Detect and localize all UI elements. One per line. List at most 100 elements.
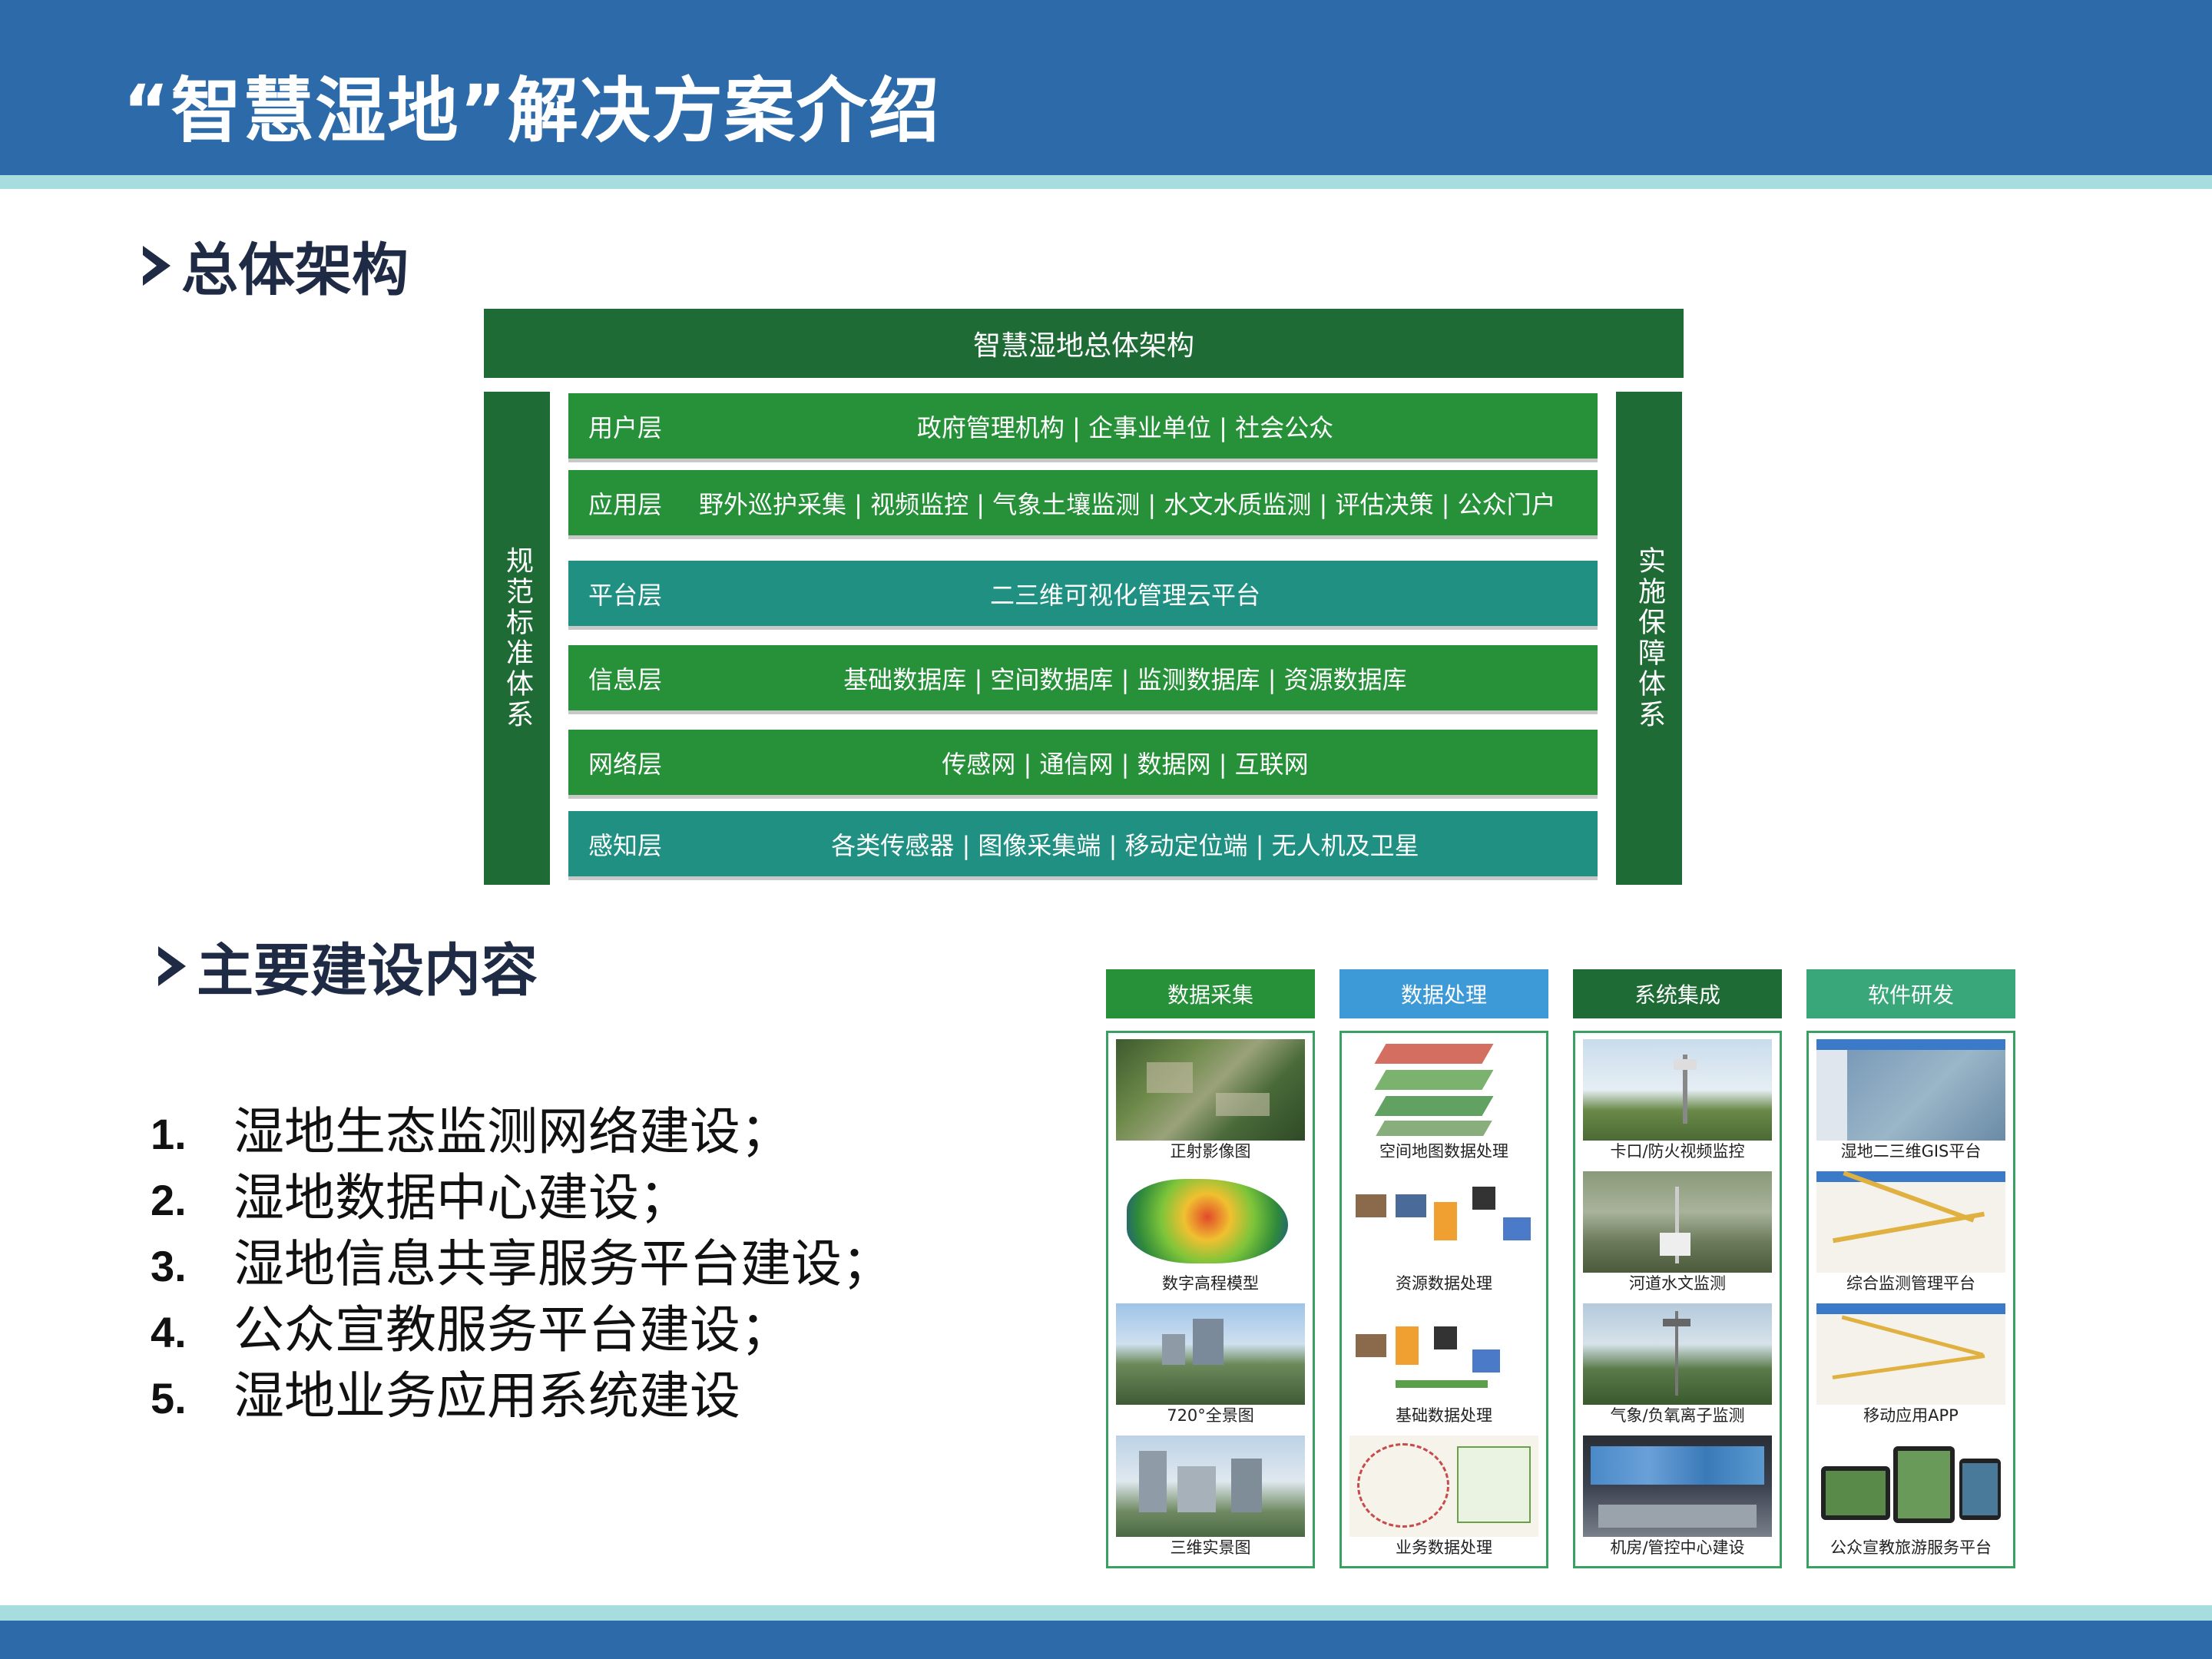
arrow-bullet-icon: [143, 245, 171, 286]
list-text: 公众宣教服务平台建设；: [233, 1300, 791, 1359]
image-cell: 气象/负氧离子监测: [1583, 1303, 1772, 1426]
layer-name: 信息层: [588, 664, 663, 694]
layer-name: 网络层: [588, 749, 663, 779]
image-cell: 基础数据处理: [1349, 1303, 1538, 1426]
layer-name: 应用层: [588, 489, 663, 519]
layer-perception: 感知层 各类传感器 | 图像采集端 | 移动定位端 | 无人机及卫星: [568, 811, 1598, 880]
control-center-image: [1583, 1435, 1772, 1537]
layer-user: 用户层 政府管理机构 | 企事业单位 | 社会公众: [568, 393, 1598, 462]
image-caption: 业务数据处理: [1396, 1538, 1492, 1557]
capability-image-grid: 数据采集 正射影像图 数字高程模型 720°全景图 三维实景图 数据处理 空间地…: [1106, 969, 2015, 1576]
image-caption: 三维实景图: [1170, 1538, 1251, 1557]
section-construction-label: 主要建设内容: [197, 938, 538, 1004]
image-cell: 720°全景图: [1116, 1303, 1305, 1426]
column-software-development: 湿地二三维GIS平台 综合监测管理平台 移动应用APP 公众宣教旅游服务平台: [1806, 1031, 2015, 1568]
image-cell: 数字高程模型: [1116, 1171, 1305, 1294]
layer-application: 应用层 野外巡护采集 | 视频监控 | 气象土壤监测 | 水文水质监测 | 评估…: [568, 470, 1598, 539]
image-cell: 业务数据处理: [1349, 1435, 1538, 1558]
list-number: 3.: [151, 1242, 187, 1290]
footer-bar: [0, 1621, 2212, 1659]
section-architecture-heading: 总体架构: [143, 224, 409, 306]
column-header-system-integration: 系统集成: [1573, 969, 1782, 1018]
layer-content: 二三维可视化管理云平台: [989, 580, 1260, 610]
list-text: 湿地数据中心建设；: [233, 1168, 690, 1227]
standards-system-column: 规范标准体系: [484, 392, 550, 885]
monitoring-platform-screenshot: [1816, 1171, 2005, 1273]
footer-stripe: [0, 1605, 2212, 1621]
image-cell: 机房/管控中心建设: [1583, 1435, 1772, 1558]
image-caption: 资源数据处理: [1396, 1274, 1492, 1293]
hydrology-station-image: [1583, 1171, 1772, 1273]
panorama-image: [1116, 1303, 1305, 1405]
column-header-data-processing: 数据处理: [1339, 969, 1548, 1018]
layer-content: 基础数据库 | 空间数据库 | 监测数据库 | 资源数据库: [843, 664, 1407, 694]
layer-content: 各类传感器 | 图像采集端 | 移动定位端 | 无人机及卫星: [831, 830, 1419, 860]
layer-content: 传感网 | 通信网 | 数据网 | 互联网: [942, 749, 1309, 779]
gis-platform-screenshot: [1816, 1039, 2005, 1141]
architecture-title: 智慧湿地总体架构: [484, 309, 1684, 378]
layer-platform: 平台层 二三维可视化管理云平台: [568, 561, 1598, 630]
image-cell: 空间地图数据处理: [1349, 1039, 1538, 1162]
implementation-guarantee-column: 实施保障体系: [1616, 392, 1682, 885]
image-cell: 正射影像图: [1116, 1039, 1305, 1162]
list-text: 湿地生态监测网络建设；: [233, 1102, 791, 1161]
column-data-processing: 空间地图数据处理 资源数据处理 基础数据处理 业务数据处理: [1339, 1031, 1548, 1568]
arrow-bullet-icon: [158, 945, 186, 986]
image-caption: 综合监测管理平台: [1846, 1274, 1975, 1293]
column-data-collection: 正射影像图 数字高程模型 720°全景图 三维实景图: [1106, 1031, 1315, 1568]
map-layers-image: [1349, 1039, 1538, 1141]
mobile-app-screenshot: [1816, 1303, 2005, 1405]
image-caption: 河道水文监测: [1629, 1274, 1726, 1293]
image-caption: 机房/管控中心建设: [1610, 1538, 1745, 1557]
list-text: 湿地信息共享服务平台建设；: [233, 1234, 892, 1293]
image-cell: 河道水文监测: [1583, 1171, 1772, 1294]
image-cell: 综合监测管理平台: [1816, 1171, 2005, 1294]
column-header-software-development: 软件研发: [1806, 969, 2015, 1018]
image-caption: 公众宣教旅游服务平台: [1830, 1538, 1992, 1557]
layer-name: 感知层: [588, 830, 663, 860]
image-cell: 卡口/防火视频监控: [1583, 1039, 1772, 1162]
image-caption: 卡口/防火视频监控: [1610, 1142, 1745, 1161]
layer-content: 野外巡护采集 | 视频监控 | 气象土壤监测 | 水文水质监测 | 评估决策 |…: [699, 489, 1556, 519]
image-cell: 湿地二三维GIS平台: [1816, 1039, 2005, 1162]
construction-list: 1. 湿地生态监测网络建设； 2. 湿地数据中心建设； 3. 湿地信息共享服务平…: [151, 1091, 892, 1426]
image-cell: 移动应用APP: [1816, 1303, 2005, 1426]
orthophoto-image: [1116, 1039, 1305, 1141]
column-header-data-collection: 数据采集: [1106, 969, 1315, 1018]
header-bar: “智慧湿地”解决方案介绍: [0, 0, 2212, 175]
list-item: 5. 湿地业务应用系统建设: [151, 1355, 892, 1426]
list-number: 4.: [151, 1308, 187, 1356]
basic-data-flow-image: [1349, 1303, 1538, 1405]
3d-scene-image: [1116, 1435, 1305, 1537]
architecture-diagram: 智慧湿地总体架构 规范标准体系 实施保障体系 用户层 政府管理机构 | 企事业单…: [482, 307, 1685, 885]
column-system-integration: 卡口/防火视频监控 河道水文监测 气象/负氧离子监测 机房/管控中心建设: [1573, 1031, 1782, 1568]
fire-camera-image: [1583, 1039, 1772, 1141]
list-item: 1. 湿地生态监测网络建设；: [151, 1091, 892, 1161]
list-item: 3. 湿地信息共享服务平台建设；: [151, 1223, 892, 1293]
list-number: 5.: [151, 1374, 187, 1422]
image-caption: 基础数据处理: [1396, 1406, 1492, 1425]
elevation-model-image: [1116, 1171, 1305, 1273]
image-caption: 空间地图数据处理: [1379, 1142, 1508, 1161]
image-caption: 正射影像图: [1170, 1142, 1251, 1161]
resource-data-flow-image: [1349, 1171, 1538, 1273]
list-text: 湿地业务应用系统建设: [233, 1366, 740, 1426]
list-item: 2. 湿地数据中心建设；: [151, 1157, 892, 1227]
header-stripe: [0, 175, 2212, 189]
section-architecture-label: 总体架构: [181, 237, 409, 303]
image-caption: 湿地二三维GIS平台: [1840, 1142, 1982, 1161]
business-data-map-image: [1349, 1435, 1538, 1537]
image-caption: 720°全景图: [1167, 1406, 1254, 1425]
image-cell: 三维实景图: [1116, 1435, 1305, 1558]
list-number: 1.: [151, 1110, 187, 1158]
list-number: 2.: [151, 1176, 187, 1224]
image-caption: 移动应用APP: [1863, 1406, 1959, 1425]
section-construction-heading: 主要建设内容: [158, 925, 538, 1007]
image-cell: 公众宣教旅游服务平台: [1816, 1435, 2005, 1558]
weather-station-image: [1583, 1303, 1772, 1405]
layer-content: 政府管理机构 | 企事业单位 | 社会公众: [916, 412, 1334, 442]
list-item: 4. 公众宣教服务平台建设；: [151, 1289, 892, 1359]
image-caption: 数字高程模型: [1162, 1274, 1259, 1293]
devices-image: [1816, 1435, 2005, 1537]
layer-name: 用户层: [588, 412, 663, 442]
